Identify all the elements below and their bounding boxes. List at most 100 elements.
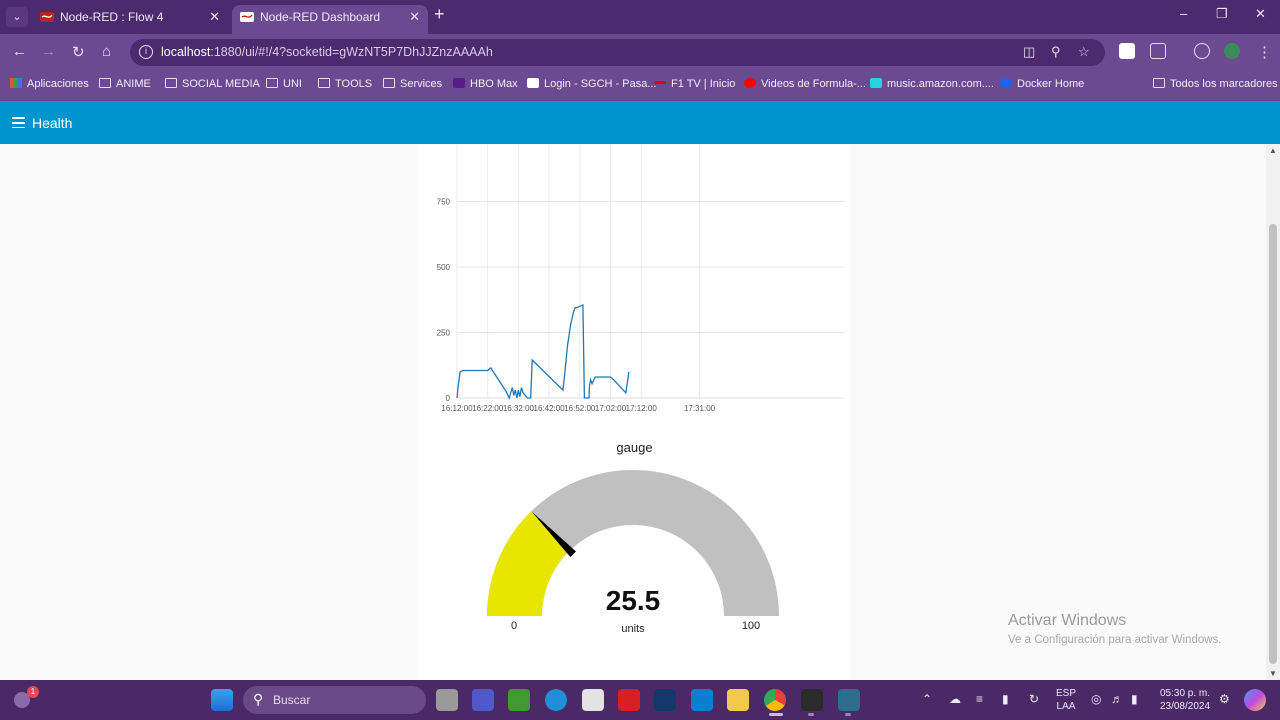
windows-start-icon[interactable] (211, 689, 233, 711)
tab-node-red-flow[interactable]: Node-RED : Flow 4 ✕ (32, 5, 228, 34)
settings-sliders-icon[interactable]: ≡ (976, 692, 983, 706)
windows-activation-subtitle: Ve a Configuración para activar Windows. (1008, 634, 1222, 646)
page-scrollbar[interactable]: ▲ ▼ (1266, 144, 1280, 680)
network-globe-icon[interactable]: ◎ (1091, 692, 1101, 706)
bookmark-label: TOOLS (335, 78, 373, 90)
address-bar[interactable]: i localhost:1880/ui/#!/4?socketid=gWzNT5… (130, 39, 1105, 66)
bookmark-social-media[interactable]: SOCIAL MEDIA (165, 78, 260, 90)
battery-icon[interactable]: ▮ (1131, 692, 1138, 706)
tab-node-red-dashboard[interactable]: Node-RED Dashboard ✕ (232, 5, 428, 34)
terminal-icon[interactable] (801, 689, 823, 711)
bookmark-label: Login - SGCH - Pasa... (544, 78, 657, 90)
bookmark-label: HBO Max (470, 78, 518, 90)
url-text[interactable]: localhost:1880/ui/#!/4?socketid=gWzNT5P7… (161, 45, 493, 59)
close-tab-icon[interactable]: ✕ (209, 5, 220, 29)
site-info-icon[interactable]: i (139, 45, 153, 59)
node-red-app-icon[interactable] (838, 689, 860, 711)
edge-icon[interactable] (545, 689, 567, 711)
apps-grid-icon (10, 78, 22, 88)
running-app-indicator (845, 713, 851, 716)
chart-x-tick-label: 16:22:00 (472, 404, 504, 413)
browser-menu-icon[interactable]: ⋮ (1257, 43, 1272, 61)
notification-badge: 1 (27, 686, 39, 698)
volume-icon[interactable]: ♬ (1111, 692, 1123, 706)
show-hidden-icons-chevron-icon[interactable]: ⌃ (922, 692, 932, 706)
language-code: ESP (1056, 688, 1077, 699)
home-icon[interactable]: ⌂ (102, 43, 111, 60)
tab-search-chevron-icon[interactable]: ⌄ (6, 7, 28, 27)
bookmark-label: F1 TV | Inicio (671, 78, 736, 90)
copilot-icon[interactable] (1244, 689, 1266, 711)
bookmark-star-icon[interactable]: ☆ (1078, 44, 1090, 60)
chart-x-tick-label: 16:52:00 (564, 404, 596, 413)
profile-avatar-icon[interactable] (1224, 43, 1240, 59)
dashboard-header: Health (0, 101, 1280, 144)
teams-icon[interactable] (472, 689, 494, 711)
store-icon[interactable] (582, 689, 604, 711)
extensions-puzzle-icon[interactable] (1150, 43, 1166, 59)
chart-x-tick-label: 17:31:00 (684, 404, 716, 413)
close-window-icon[interactable]: ✕ (1255, 6, 1266, 22)
chrome-icon[interactable] (764, 689, 786, 711)
notifications-icon[interactable]: ⚙ (1219, 692, 1230, 706)
bookmark-hbo-max[interactable]: HBO Max (453, 78, 518, 90)
close-tab-icon[interactable]: ✕ (409, 5, 420, 29)
hamburger-menu-icon[interactable] (12, 117, 25, 129)
system-clock[interactable]: 05:30 p. m. 23/08/2024 (1156, 687, 1214, 713)
bookmarks-bar: Aplicaciones ANIME SOCIAL MEDIA UNI TOOL… (0, 71, 1280, 101)
youtube-icon (744, 78, 756, 88)
node-red-favicon-icon (240, 12, 254, 22)
bookmark-docker-home[interactable]: Docker Home (1000, 78, 1084, 90)
equalizer-icon[interactable]: ▮ (1002, 692, 1009, 706)
bookmark-tools[interactable]: TOOLS (318, 78, 372, 90)
vscode-icon[interactable] (691, 689, 713, 711)
node-red-favicon-icon (40, 12, 54, 22)
forward-arrow-icon[interactable]: → (41, 43, 56, 60)
install-app-icon[interactable]: ◫ (1023, 44, 1035, 60)
restore-window-icon[interactable]: ❐ (1216, 6, 1228, 22)
bookmark-login-sgch[interactable]: Login - SGCH - Pasa... (527, 78, 657, 90)
bookmark-label: Videos de Formula-... (761, 78, 866, 90)
scroll-up-arrow-icon[interactable]: ▲ (1269, 146, 1277, 155)
bookmark-label: music.amazon.com.... (887, 78, 994, 90)
back-arrow-icon[interactable]: ← (12, 43, 27, 60)
zoom-icon[interactable]: ⚲ (1051, 44, 1061, 60)
gauge-units: units (621, 623, 645, 635)
tab-title: Node-RED : Flow 4 (60, 10, 164, 24)
input-language[interactable]: ESP LAA (1056, 687, 1076, 713)
disney-plus-icon[interactable] (654, 689, 676, 711)
bookmark-formula-videos[interactable]: Videos de Formula-... (744, 78, 866, 90)
task-view-icon[interactable] (436, 689, 458, 711)
keyboard-layout: LAA (1056, 701, 1076, 712)
minecraft-icon[interactable] (508, 689, 530, 711)
extension-shield-icon[interactable] (1119, 43, 1135, 59)
page-title: Health (32, 115, 73, 131)
browser-tab-strip: ⌄ Node-RED : Flow 4 ✕ Node-RED Dashboard… (0, 0, 1280, 34)
bookmark-f1tv[interactable]: F1 TV | Inicio (654, 78, 735, 90)
sync-icon[interactable]: ↻ (1029, 692, 1039, 706)
file-explorer-icon[interactable] (727, 689, 749, 711)
new-tab-plus-icon[interactable]: + (434, 4, 445, 25)
bookmark-all-bookmarks[interactable]: Todos los marcadores (1153, 78, 1278, 90)
bookmark-anime[interactable]: ANIME (99, 78, 151, 90)
minimize-window-icon[interactable]: – (1180, 6, 1187, 21)
active-app-indicator (769, 713, 783, 716)
gauge-min-label: 0 (510, 620, 518, 632)
bookmark-uni[interactable]: UNI (266, 78, 302, 90)
performance-icon[interactable] (1194, 43, 1210, 59)
sgch-icon (527, 78, 539, 88)
chart-series-line (456, 304, 630, 400)
taskbar-search[interactable]: ⚲ Buscar (243, 686, 426, 714)
reload-icon[interactable]: ↻ (72, 43, 85, 61)
scroll-down-arrow-icon[interactable]: ▼ (1269, 669, 1277, 678)
bookmark-amazon-music[interactable]: music.amazon.com.... (870, 78, 994, 90)
clock-date: 23/08/2024 (1159, 701, 1211, 712)
netflix-icon[interactable] (618, 689, 640, 711)
bookmark-services[interactable]: Services (383, 78, 442, 90)
scrollbar-thumb[interactable] (1269, 224, 1277, 664)
chart-y-tick-label: 750 (437, 198, 451, 207)
cloud-icon[interactable]: ☁ (949, 692, 961, 706)
search-icon: ⚲ (253, 691, 264, 707)
folder-icon (266, 78, 278, 88)
bookmark-apps[interactable]: Aplicaciones (10, 78, 89, 90)
